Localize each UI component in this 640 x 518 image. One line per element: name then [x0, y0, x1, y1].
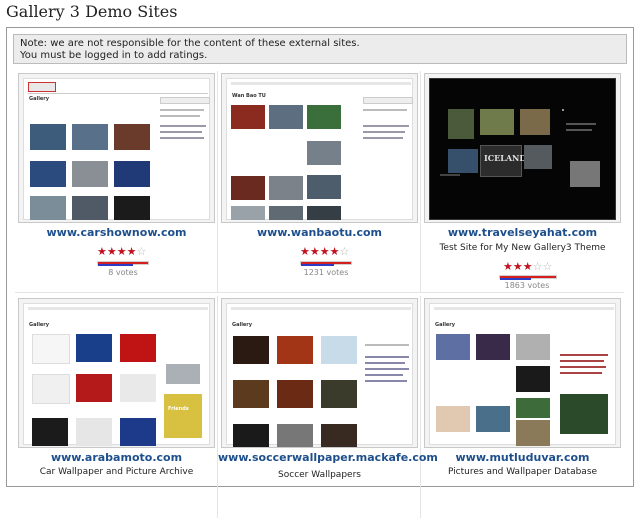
site-card-mutluduvar: Gallery www.mutluduvar.com Pictures and … [421, 296, 624, 518]
star-rating[interactable]: ★★★★☆ [97, 246, 146, 258]
star-full-icon[interactable]: ★ [107, 245, 117, 258]
site-card-carshownow: Gallery www.carshownow.com ★★★★☆ 8 votes [15, 71, 218, 293]
demo-sites-panel: Note: we are not responsible for the con… [6, 27, 634, 518]
site-card-arabamoto: Gallery Friends www.arabamoto.com Car Wa… [15, 296, 218, 518]
vote-bar [300, 261, 352, 266]
site-link[interactable]: www.arabamoto.com [15, 451, 218, 464]
screenshot-image: Gallery [429, 303, 616, 446]
star-full-icon[interactable]: ★ [503, 260, 513, 273]
site-link[interactable]: www.soccerwallpaper.mackafe.com [218, 451, 438, 464]
thumb-gallery-heading: Gallery [29, 322, 50, 328]
site-screenshot-thumbnail[interactable]: Gallery [424, 298, 621, 448]
thumb-wanbao-heading: Wan Bao TU [232, 93, 266, 99]
thumb-iceland-label: ICELAND [484, 153, 527, 163]
star-half-icon[interactable]: ★ [523, 260, 533, 273]
site-screenshot-thumbnail[interactable]: Gallery Friends [18, 298, 215, 448]
star-full-icon[interactable]: ★ [513, 260, 523, 273]
thumb-gallery-heading: Gallery [29, 96, 50, 102]
thumb-friends-label: Friends [168, 406, 189, 412]
thumb-gallery-heading: Gallery [435, 322, 456, 328]
star-empty-icon[interactable]: ☆ [533, 260, 543, 273]
notice-line-1: Note: we are not responsible for the con… [20, 38, 360, 49]
vote-bar [499, 275, 557, 280]
star-full-icon[interactable]: ★ [117, 245, 127, 258]
site-description: Test Site for My New Gallery3 Theme [439, 243, 606, 253]
star-half-icon[interactable]: ★ [127, 245, 137, 258]
vote-bar [97, 261, 149, 266]
notice-line-2: You must be logged in to add ratings. [20, 50, 208, 61]
site-description: Car Wallpaper and Picture Archive [39, 467, 194, 477]
vote-fill [301, 264, 334, 266]
vote-count: 8 votes [108, 268, 138, 277]
star-rating[interactable]: ★★★★☆ [300, 246, 349, 258]
site-card-wanbaotu: Wan Bao TU www.wanbaotu.com ★★★★☆ 1231 v… [218, 71, 421, 293]
vote-fill [98, 264, 133, 266]
page-title: Gallery 3 Demo Sites [6, 2, 178, 21]
site-link[interactable]: www.wanbaotu.com [218, 226, 421, 239]
notice-box: Note: we are not responsible for the con… [13, 34, 627, 64]
site-card-travelseyahat: ICELAND www.travelseyahat.com Test Site … [421, 71, 624, 293]
site-card-soccerwallpaper: Gallery www.soccerwallpaper.mackafe.com … [218, 296, 438, 518]
vote-count: 1231 votes [303, 268, 349, 277]
screenshot-image: Wan Bao TU [226, 78, 413, 220]
star-empty-icon[interactable]: ☆ [340, 245, 350, 258]
screenshot-image: ICELAND [429, 78, 616, 220]
screenshot-image: Gallery [23, 78, 210, 220]
site-screenshot-thumbnail[interactable]: Gallery [221, 298, 418, 448]
star-empty-icon[interactable]: ☆ [543, 260, 553, 273]
site-screenshot-thumbnail[interactable]: Gallery [18, 73, 215, 223]
star-empty-icon[interactable]: ☆ [137, 245, 147, 258]
site-link[interactable]: www.travelseyahat.com [421, 226, 624, 239]
star-full-icon[interactable]: ★ [310, 245, 320, 258]
thumb-gallery-heading: Gallery [232, 322, 253, 328]
star-full-icon[interactable]: ★ [97, 245, 107, 258]
site-link[interactable]: www.mutluduvar.com [421, 451, 624, 464]
site-description: Soccer Wallpapers [278, 470, 361, 480]
star-half-icon[interactable]: ★ [330, 245, 340, 258]
screenshot-image: Gallery [226, 303, 413, 447]
site-screenshot-thumbnail[interactable]: ICELAND [424, 73, 621, 223]
site-screenshot-thumbnail[interactable]: Wan Bao TU [221, 73, 418, 223]
vote-count: 1863 votes [504, 281, 550, 290]
site-description: Pictures and Wallpaper Database [447, 467, 598, 477]
star-rating[interactable]: ★★★☆☆ [503, 261, 552, 273]
vote-fill [500, 278, 531, 280]
star-full-icon[interactable]: ★ [320, 245, 330, 258]
screenshot-image: Gallery Friends [23, 303, 210, 446]
star-full-icon[interactable]: ★ [300, 245, 310, 258]
site-link[interactable]: www.carshownow.com [15, 226, 218, 239]
